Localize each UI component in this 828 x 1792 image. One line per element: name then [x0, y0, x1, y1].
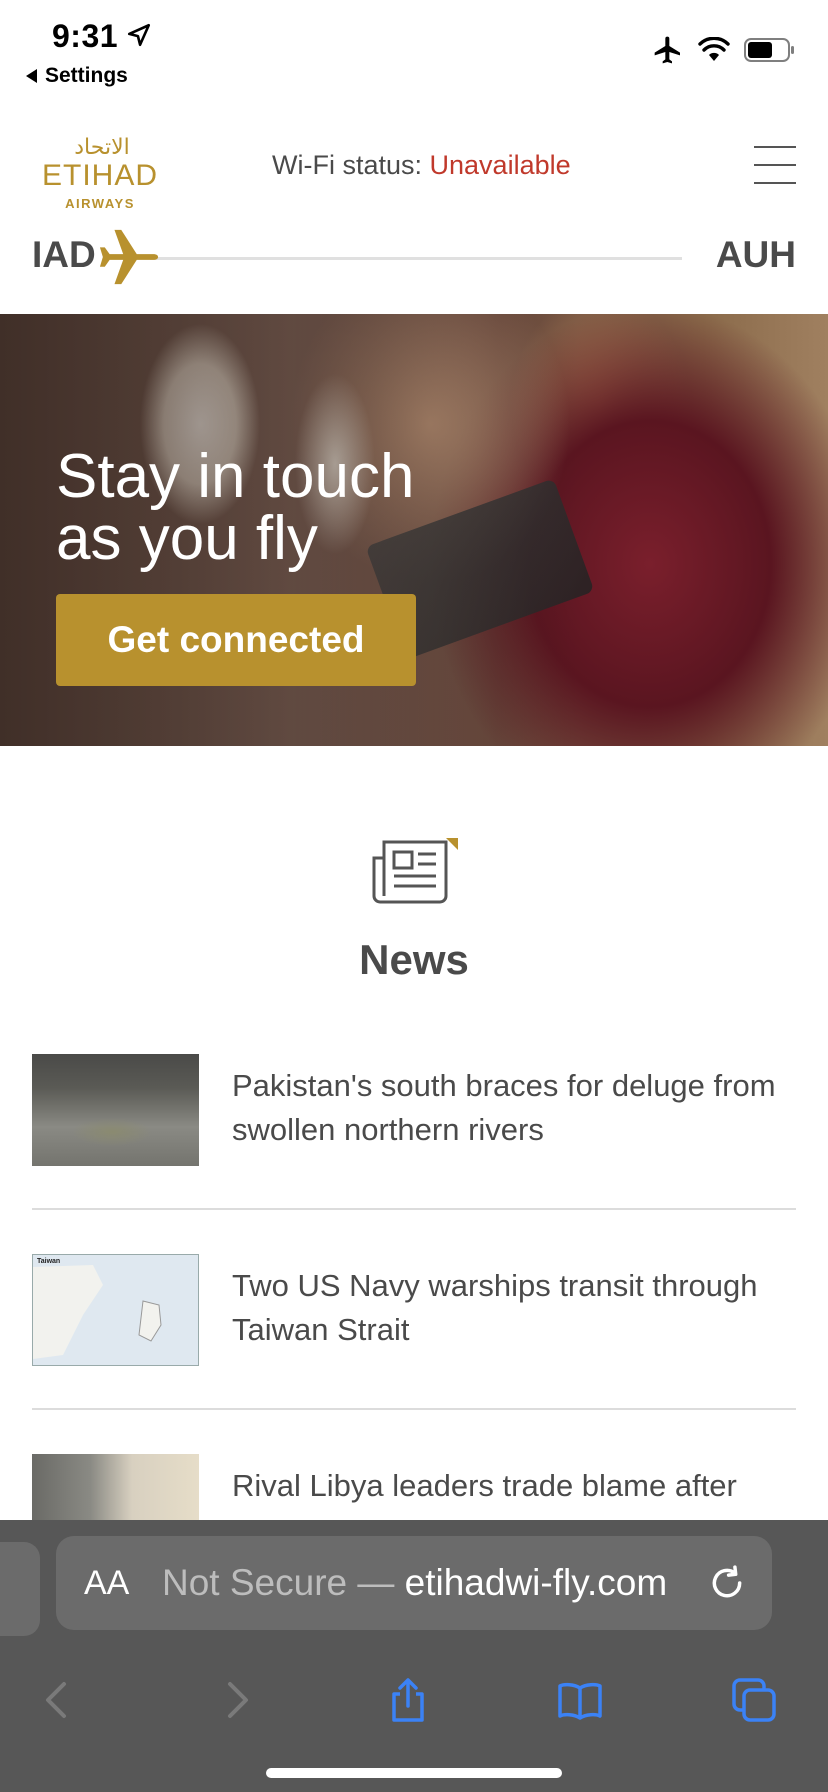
get-connected-button[interactable]: Get connected	[56, 594, 416, 686]
status-icons	[652, 34, 796, 66]
back-chevron-icon[interactable]	[34, 1676, 82, 1724]
thumbnail-map-label: Taiwan	[37, 1258, 60, 1265]
divider	[32, 1408, 796, 1410]
route-origin: IAD	[32, 234, 96, 275]
browser-toolbar	[0, 1660, 828, 1740]
hero-title: Stay in touch as you fly	[56, 446, 476, 570]
news-thumbnail: Taiwan	[32, 1254, 199, 1366]
news-headline: Two US Navy warships transit through Tai…	[232, 1268, 758, 1347]
wifi-status-label: Wi-Fi status:	[272, 150, 423, 180]
newspaper-icon	[372, 838, 458, 904]
url-text: Not Secure — etihadwi-fly.com	[162, 1562, 667, 1604]
airplane-icon	[99, 229, 159, 285]
divider	[32, 1208, 796, 1210]
reader-options-button[interactable]: AA	[84, 1564, 129, 1603]
news-item[interactable]: Taiwan Two US Navy warships transit thro…	[32, 1254, 796, 1454]
safari-bottom-bar: AA Not Secure — etihadwi-fly.com	[0, 1520, 828, 1792]
battery-icon	[744, 38, 794, 62]
back-to-settings[interactable]: Settings	[26, 64, 128, 88]
wifi-status: Wi-Fi status: Unavailable	[272, 150, 571, 181]
airplane-mode-icon	[654, 36, 680, 64]
news-headline: Pakistan's south braces for deluge from …	[232, 1068, 776, 1147]
logo-arabic: الاتحاد	[74, 135, 129, 160]
reload-icon[interactable]	[708, 1564, 746, 1602]
back-settings-label: Settings	[45, 64, 128, 87]
logo-main: ETIHAD	[42, 159, 158, 192]
site-header: الاتحاد ETIHAD AIRWAYS Wi-Fi status: Una…	[0, 110, 828, 220]
address-bar[interactable]: AA Not Secure — etihadwi-fly.com	[56, 1536, 772, 1630]
hero-banner: Stay in touch as you fly Get connected	[0, 314, 828, 746]
tabs-icon[interactable]	[730, 1676, 778, 1724]
status-bar: 9:31 Settings	[0, 0, 828, 96]
flight-route: IAD AUH	[0, 226, 828, 286]
forward-chevron-icon[interactable]	[212, 1676, 260, 1724]
news-heading: News	[359, 936, 469, 983]
previous-tab-peek[interactable]	[0, 1542, 40, 1636]
hero-title-line1: Stay in touch	[56, 442, 415, 511]
share-icon[interactable]	[384, 1676, 432, 1724]
url-domain: etihadwi-fly.com	[404, 1562, 668, 1603]
route-progress-line	[150, 257, 682, 260]
hero-title-line2: as you fly	[56, 504, 318, 573]
route-destination: AUH	[715, 234, 796, 275]
bookmarks-icon[interactable]	[556, 1676, 604, 1724]
location-arrow-icon	[127, 23, 151, 47]
logo-sub: AIRWAYS	[65, 196, 135, 211]
wifi-icon	[698, 37, 730, 61]
news-headline: Rival Libya leaders trade blame after	[232, 1468, 737, 1503]
etihad-logo[interactable]: الاتحاد ETIHAD AIRWAYS	[30, 130, 170, 214]
back-triangle-icon	[26, 69, 37, 83]
hamburger-menu-icon[interactable]	[754, 146, 796, 186]
not-secure-label: Not Secure —	[162, 1562, 395, 1603]
news-item[interactable]: Pakistan's south braces for deluge from …	[32, 1054, 796, 1254]
news-thumbnail	[32, 1054, 199, 1166]
taiwan-map-thumbnail: Taiwan	[33, 1255, 198, 1365]
home-indicator	[266, 1768, 562, 1778]
status-time: 9:31	[52, 18, 119, 54]
wifi-status-value: Unavailable	[429, 150, 571, 180]
